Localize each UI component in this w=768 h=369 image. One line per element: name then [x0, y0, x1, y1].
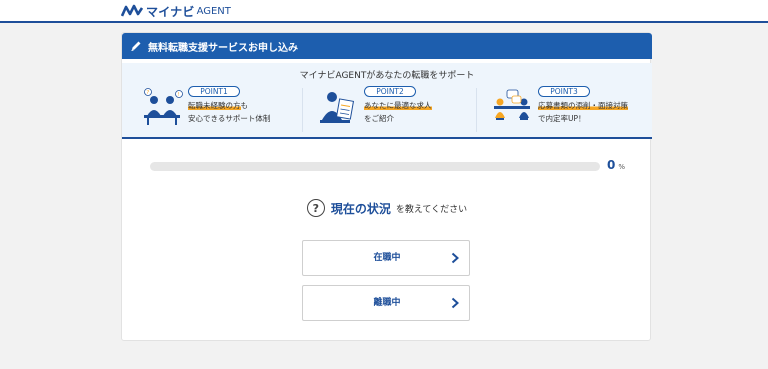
point-badge: POINT1 — [188, 86, 240, 97]
pencil-icon — [131, 41, 141, 51]
top-header: マイナビ AGENT — [0, 0, 768, 23]
option-label: 離職中 — [373, 298, 401, 308]
points-heading: マイナビAGENTがあなたの転職をサポート — [299, 71, 475, 81]
point-1: ? ! POINT1 転職未経験の方も 安心できるサポート体制 — [132, 86, 308, 134]
point-2: POINT2 あなたに最適な求人 をご紹介 — [308, 86, 484, 134]
chevron-right-icon — [451, 297, 459, 309]
point-text-line1: 転職未経験の方も — [188, 101, 248, 110]
point-3: POINT3 応募書類の添削・面接対策 で内定率UP！ — [482, 86, 658, 134]
option-unemployed-button[interactable]: 離職中 — [302, 285, 470, 321]
chevron-right-icon — [451, 252, 459, 264]
application-card: 無料転職支援サービスお申し込み マイナビAGENTがあなたの転職をサポート ? … — [121, 32, 652, 341]
point-divider — [476, 88, 477, 132]
progress-value: 0% — [607, 158, 626, 172]
point-divider — [302, 88, 303, 132]
support-points: マイナビAGENTがあなたの転職をサポート ? ! POINT1 転職未経験の方… — [122, 63, 652, 139]
point-text-line2: をご紹介 — [364, 114, 394, 123]
question-rest: を教えてください — [395, 204, 468, 215]
point-badge: POINT3 — [538, 86, 590, 97]
advisor-meeting-icon: ? ! — [144, 88, 183, 125]
progress-bar — [150, 162, 600, 171]
svg-text:?: ? — [147, 90, 150, 96]
point-text-line1: 応募書類の添削・面接対策 — [538, 101, 628, 110]
logo-mark-icon — [121, 4, 143, 17]
question-icon: ? — [306, 199, 325, 217]
interview-icon — [494, 89, 530, 120]
logo-sub: AGENT — [196, 5, 231, 17]
point-text-line2: 安心できるサポート体制 — [188, 114, 271, 123]
option-label: 在職中 — [373, 253, 401, 263]
banner-title: 無料転職支援サービスお申し込み — [148, 42, 298, 54]
point-badge: POINT2 — [364, 86, 416, 97]
form-banner: 無料転職支援サービスお申し込み — [122, 33, 652, 59]
question-heading: ? 現在の状況 を教えてください — [122, 199, 652, 217]
question-main: 現在の状況 — [330, 201, 391, 216]
point-text-line1: あなたに最適な求人 — [364, 101, 432, 110]
logo-text: マイナビ — [146, 4, 195, 19]
option-employed-button[interactable]: 在職中 — [302, 240, 470, 276]
advisor-document-icon — [320, 92, 355, 123]
point-text-line2: で内定率UP！ — [538, 114, 586, 123]
mynavi-agent-logo[interactable]: マイナビ AGENT — [121, 3, 231, 19]
svg-text:!: ! — [178, 92, 180, 98]
